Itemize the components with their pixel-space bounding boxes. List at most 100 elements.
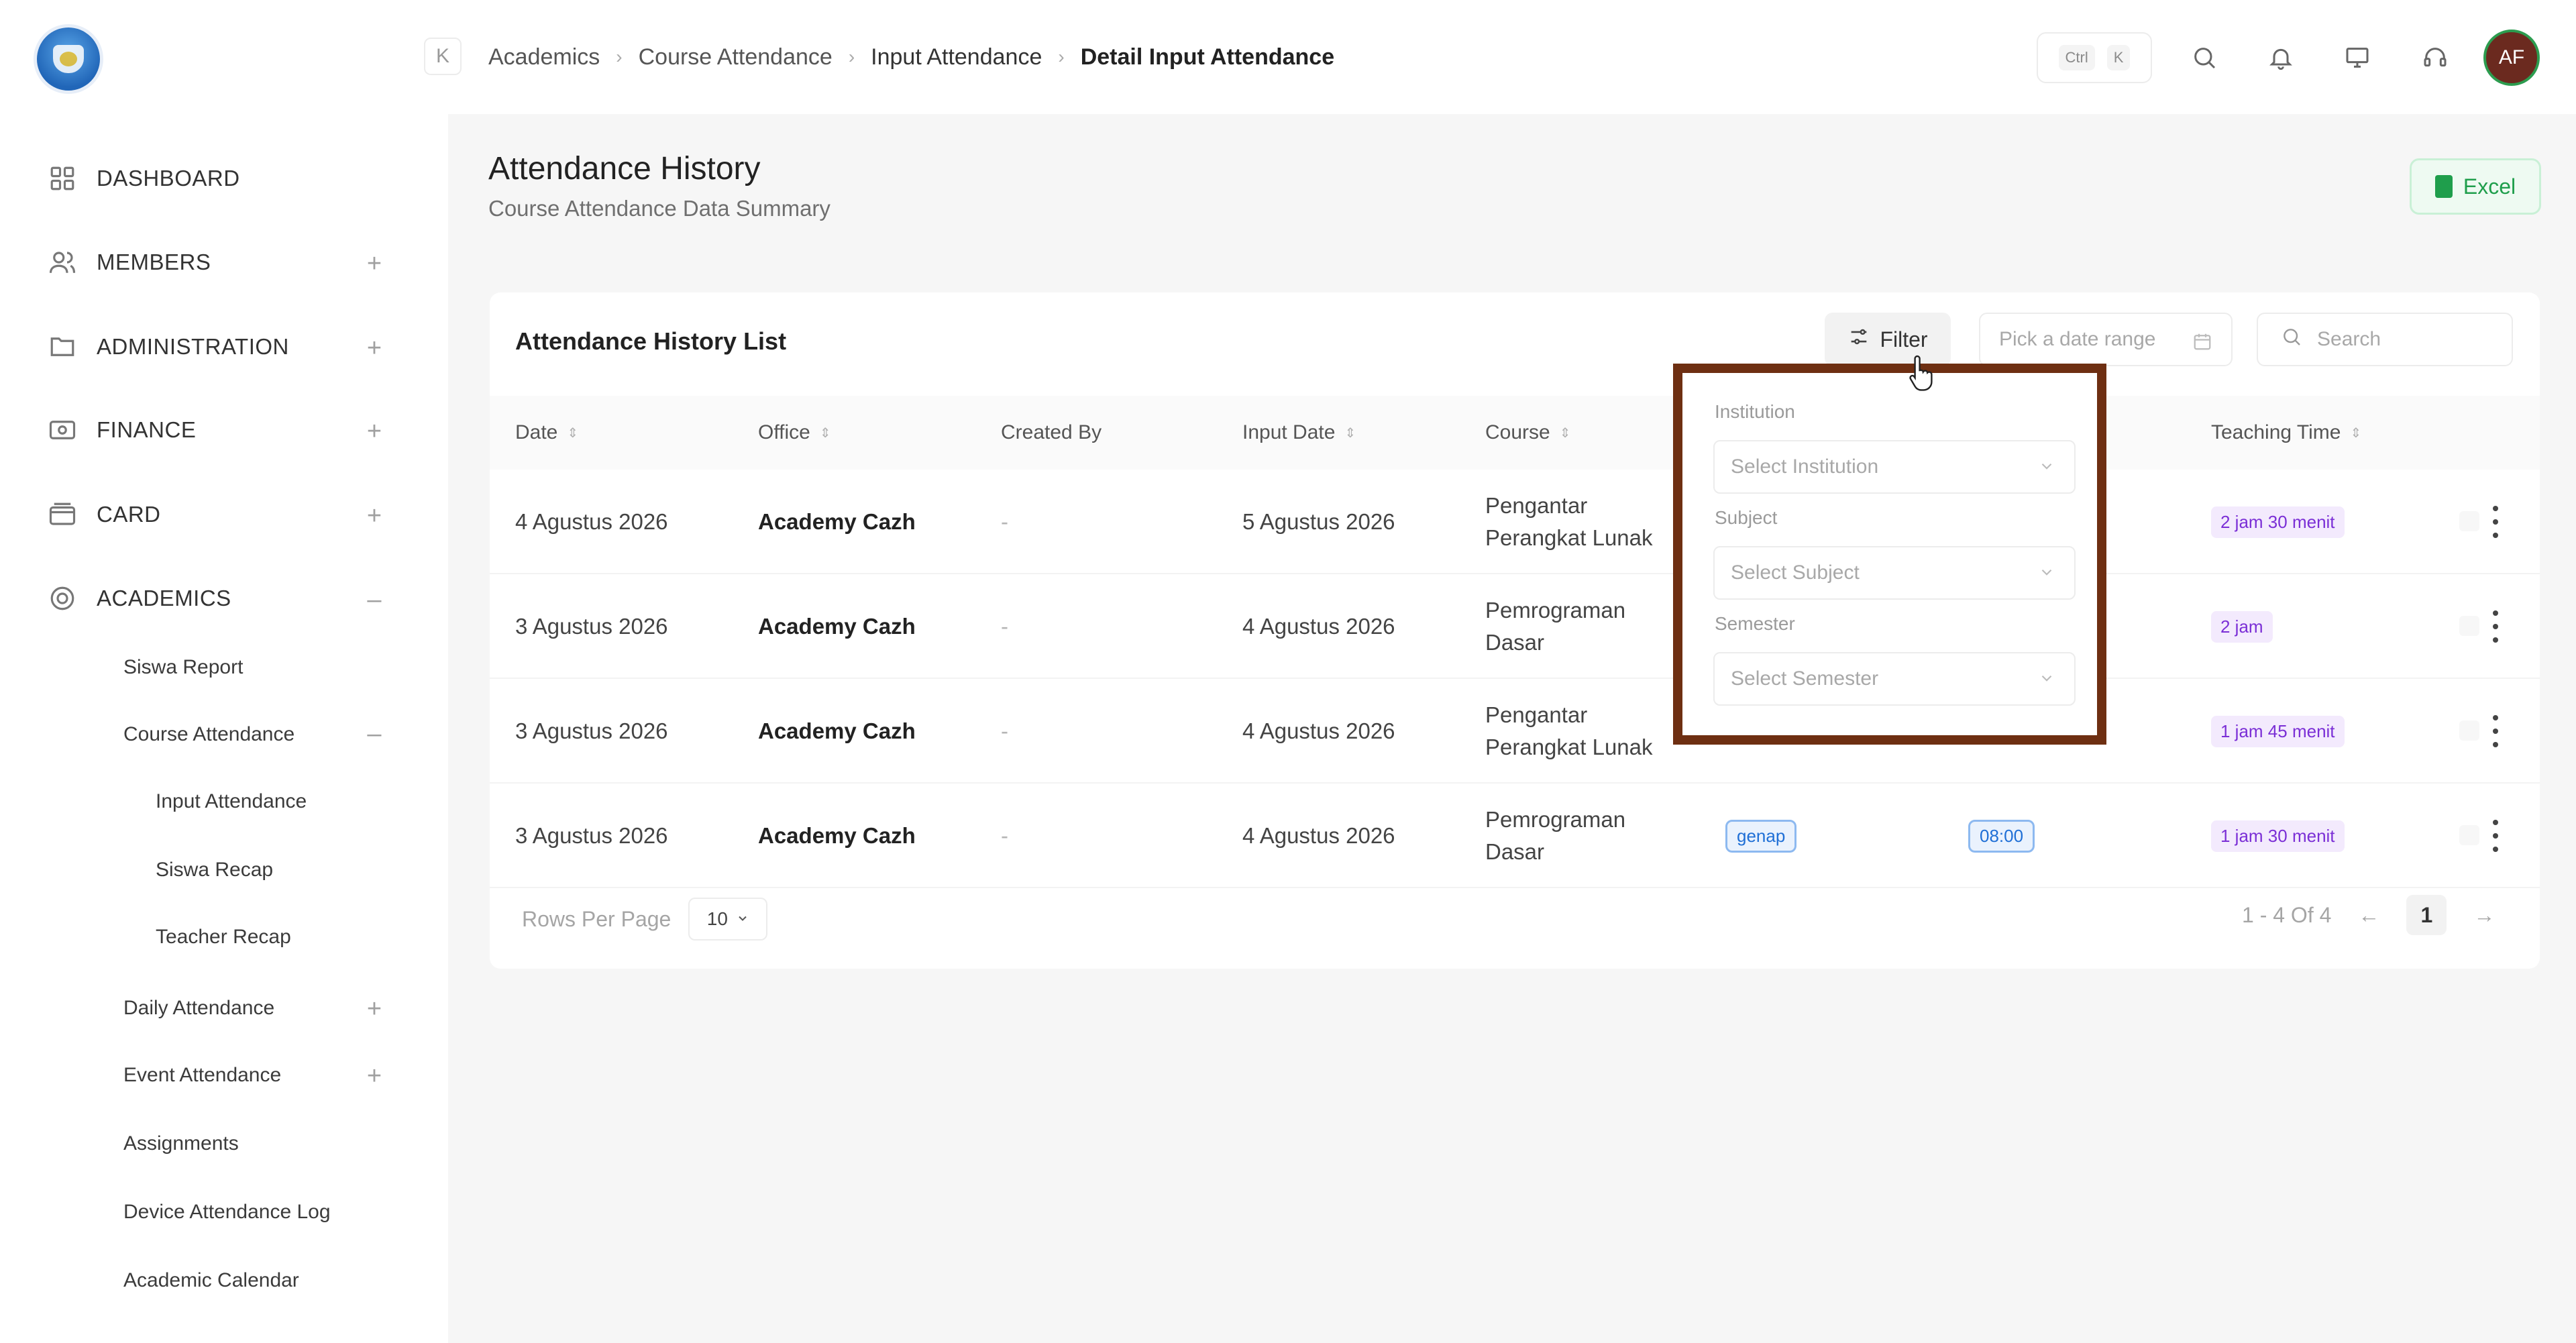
event-attendance-expand-icon[interactable]: + (361, 1063, 388, 1089)
column-teaching-time[interactable]: Teaching Time ⇕ (2211, 396, 2361, 470)
sliders-icon (1847, 325, 1870, 354)
sidebar-item-label: DASHBOARD (97, 166, 240, 191)
cell-teaching-time: 1 jam 30 menit (2211, 784, 2345, 888)
sidebar-item-input-attendance[interactable]: Input Attendance (156, 790, 307, 813)
cell-date: 3 Agustus 2026 (515, 718, 668, 743)
column-input-date[interactable]: Input Date ⇕ (1242, 396, 1356, 470)
support-icon[interactable] (2419, 42, 2451, 74)
chevron-down-icon (736, 908, 749, 930)
daily-attendance-expand-icon[interactable]: + (361, 996, 388, 1022)
card-expand-icon[interactable]: + (361, 502, 388, 529)
sidebar-item-finance[interactable]: FINANCE (47, 410, 196, 450)
chevron-right-icon: › (848, 46, 855, 67)
cell-date: 3 Agustus 2026 (515, 614, 668, 639)
semester-placeholder: Select Semester (1731, 667, 1879, 690)
cell-teaching-time: 2 jam (2211, 574, 2273, 679)
academics-collapse-icon[interactable]: – (361, 586, 388, 613)
users-icon (47, 247, 78, 278)
sidebar-item-members[interactable]: MEMBERS (47, 242, 211, 282)
breadcrumb-course-attendance[interactable]: Course Attendance (639, 44, 833, 70)
more-vertical-icon[interactable] (2489, 610, 2502, 643)
members-expand-icon[interactable]: + (361, 250, 388, 277)
administration-expand-icon[interactable]: + (361, 335, 388, 362)
sidebar-item-card[interactable]: CARD (47, 494, 161, 535)
course-attendance-collapse-icon[interactable]: – (361, 720, 388, 747)
sidebar-item-device-attendance-log[interactable]: Device Attendance Log (123, 1201, 331, 1224)
export-excel-button[interactable]: Excel (2410, 158, 2541, 215)
cell-course: Pengantar Perangkat Lunak (1485, 679, 1673, 784)
sidebar-item-teacher-recap[interactable]: Teacher Recap (156, 926, 291, 949)
cell-date: 3 Agustus 2026 (515, 823, 668, 848)
bell-icon[interactable] (2265, 42, 2297, 74)
collapse-sidebar-button[interactable]: K (424, 38, 462, 75)
card-title: Attendance History List (515, 327, 787, 355)
breadcrumb-academics[interactable]: Academics (488, 44, 600, 70)
row-checkbox[interactable] (2459, 720, 2479, 741)
subject-label: Subject (1715, 507, 1778, 528)
breadcrumb-input-attendance[interactable]: Input Attendance (871, 44, 1042, 70)
sidebar-item-label: MEMBERS (97, 250, 211, 274)
column-label: Course (1485, 421, 1550, 443)
row-checkbox[interactable] (2459, 511, 2479, 531)
cell-teaching-time: 1 jam 45 menit (2211, 679, 2345, 784)
sidebar-item-course-attendance[interactable]: Course Attendance (123, 723, 294, 746)
column-label: Date (515, 421, 558, 443)
pagination-range: 1 - 4 Of 4 (2242, 902, 2332, 927)
more-vertical-icon[interactable] (2489, 715, 2502, 747)
course-line: Pengantar (1485, 493, 1588, 518)
chevron-right-icon: › (1058, 46, 1065, 67)
folder-icon (47, 331, 78, 362)
cell-office: Academy Cazh (758, 614, 916, 639)
sidebar-item-daily-attendance[interactable]: Daily Attendance (123, 997, 274, 1020)
row-checkbox[interactable] (2459, 616, 2479, 636)
page-button-1[interactable]: 1 (2406, 895, 2447, 935)
sidebar-item-academic-calendar[interactable]: Academic Calendar (123, 1269, 299, 1292)
sidebar-item-siswa-recap[interactable]: Siswa Recap (156, 859, 273, 881)
subject-select[interactable]: Select Subject (1713, 546, 2076, 600)
arrow-left-icon[interactable]: ← (2358, 903, 2379, 928)
date-range-picker[interactable]: Pick a date range (1979, 313, 2233, 366)
grid-icon (47, 163, 78, 194)
table-row: 3 Agustus 2026 Academy Cazh - 4 Agustus … (490, 784, 2540, 888)
row-checkbox[interactable] (2459, 825, 2479, 845)
column-date[interactable]: Date ⇕ (515, 396, 578, 470)
monitor-icon[interactable] (2341, 42, 2373, 74)
sidebar-item-siswa-report[interactable]: Siswa Report (123, 656, 243, 679)
sidebar-item-academics[interactable]: ACADEMICS (47, 578, 231, 619)
sidebar-item-label: ADMINISTRATION (97, 334, 289, 359)
sidebar-item-label: ACADEMICS (97, 586, 231, 610)
teaching-time-badge: 1 jam 45 menit (2211, 715, 2345, 747)
pagination: 1 - 4 Of 4 ← 1 → (2242, 895, 2495, 935)
command-shortcut-button[interactable]: Ctrl K (2037, 32, 2152, 83)
rows-per-page-label: Rows Per Page (522, 906, 672, 931)
column-label: Office (758, 421, 810, 443)
cell-time: 08:00 (1968, 784, 2035, 888)
semester-select[interactable]: Select Semester (1713, 652, 2076, 706)
arrow-right-icon[interactable]: → (2473, 903, 2495, 928)
more-vertical-icon[interactable] (2489, 506, 2502, 538)
sidebar-item-administration[interactable]: ADMINISTRATION (47, 327, 289, 367)
teaching-time-badge: 2 jam 30 menit (2211, 506, 2345, 538)
sidebar-item-assignments[interactable]: Assignments (123, 1132, 239, 1155)
sort-icon: ⇕ (1559, 425, 1571, 441)
course-line: Perangkat Lunak (1485, 735, 1653, 759)
teaching-time-badge: 2 jam (2211, 610, 2273, 643)
column-course[interactable]: Course ⇕ (1485, 396, 1570, 470)
search-icon[interactable] (2188, 42, 2220, 74)
column-label: Teaching Time (2211, 421, 2341, 443)
breadcrumb: Academics › Course Attendance › Input At… (488, 42, 1334, 72)
finance-expand-icon[interactable]: + (361, 418, 388, 445)
more-vertical-icon[interactable] (2489, 820, 2502, 852)
logo[interactable] (34, 24, 103, 94)
institution-select[interactable]: Select Institution (1713, 440, 2076, 494)
chevron-down-icon (2038, 669, 2055, 692)
column-office[interactable]: Office ⇕ (758, 396, 831, 470)
sidebar-item-event-attendance[interactable]: Event Attendance (123, 1064, 281, 1087)
rows-per-page-select[interactable]: 10 (688, 898, 768, 941)
search-input[interactable]: Search (2257, 313, 2513, 366)
course-line: Pemrograman (1485, 807, 1626, 832)
attendance-history-card: Attendance History List Filter Pick a da… (490, 292, 2540, 969)
avatar[interactable]: AF (2483, 30, 2540, 86)
sidebar-item-dashboard[interactable]: DASHBOARD (47, 158, 240, 199)
course-line: Perangkat Lunak (1485, 525, 1653, 550)
